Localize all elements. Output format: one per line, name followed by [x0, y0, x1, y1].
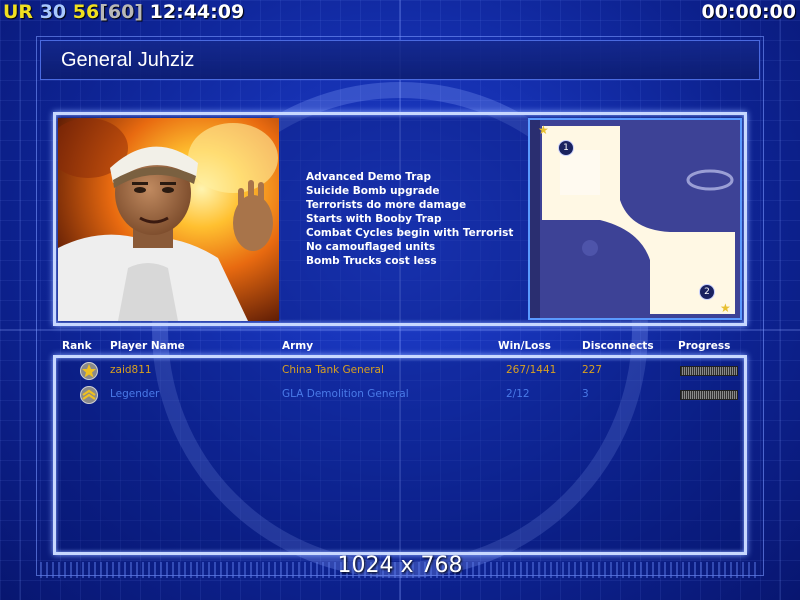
- load-progress-bar: [680, 390, 738, 400]
- header-army: Army: [282, 340, 314, 352]
- bonus-item: Suicide Bomb upgrade: [306, 185, 440, 197]
- header-player-name: Player Name: [110, 340, 185, 352]
- loading-screen: UR 30 56[60] 12:44:09 00:00:00 General J…: [0, 0, 800, 600]
- stat-bracket: [60]: [99, 1, 144, 23]
- bonus-item: Terrorists do more damage: [306, 199, 467, 211]
- title-bar: General Juhziz: [40, 40, 760, 80]
- start-position-2: 2: [699, 284, 715, 300]
- hud-stats: UR 30 56[60] 12:44:09: [3, 1, 244, 23]
- bonus-item: No camouflaged units: [306, 241, 436, 253]
- player-list-panel: [53, 355, 747, 555]
- player-name: zaid811: [110, 364, 152, 376]
- bonus-item: Combat Cycles begin with Terrorist: [306, 227, 514, 239]
- player-name: Legender: [110, 388, 160, 400]
- player-table-header: Rank Player Name Army Win/Loss Disconnec…: [0, 340, 800, 354]
- gold-star-rank-icon: [80, 362, 98, 380]
- table-row: zaid811 China Tank General 267/1441 227: [0, 362, 800, 380]
- star-icon: ★: [720, 301, 731, 315]
- general-portrait: [58, 118, 279, 321]
- general-name: General Juhziz: [61, 49, 195, 71]
- resolution-label: 1024 x 768: [337, 553, 463, 578]
- minimap: ★ ★ 1 2: [528, 118, 742, 320]
- load-progress-bar: [680, 366, 738, 376]
- player-army: GLA Demolition General: [282, 388, 409, 400]
- player-win-loss: 267/1441: [506, 364, 557, 376]
- clock: 12:44:09: [149, 1, 245, 23]
- player-win-loss: 2/12: [506, 388, 530, 400]
- chevron-rank-icon: [80, 386, 98, 404]
- rank-tag: UR: [3, 1, 34, 23]
- player-army: China Tank General: [282, 364, 384, 376]
- game-timer: 00:00:00: [701, 1, 796, 23]
- bonus-item: Bomb Trucks cost less: [306, 255, 437, 267]
- stat-a: 30: [39, 1, 67, 23]
- header-progress: Progress: [678, 340, 731, 352]
- player-disconnects: 227: [582, 364, 603, 376]
- player-disconnects: 3: [582, 388, 589, 400]
- general-bonus-list: Advanced Demo Trap Suicide Bomb upgrade …: [306, 170, 513, 268]
- bonus-item: Advanced Demo Trap: [306, 171, 432, 183]
- start-position-1: 1: [558, 140, 574, 156]
- bonus-item: Starts with Booby Trap: [306, 213, 442, 225]
- star-icon: ★: [538, 123, 549, 137]
- table-row: Legender GLA Demolition General 2/12 3: [0, 386, 800, 404]
- stat-b: 56: [72, 1, 100, 23]
- header-disconnects: Disconnects: [582, 340, 654, 352]
- header-rank: Rank: [62, 340, 92, 352]
- header-win-loss: Win/Loss: [498, 340, 551, 352]
